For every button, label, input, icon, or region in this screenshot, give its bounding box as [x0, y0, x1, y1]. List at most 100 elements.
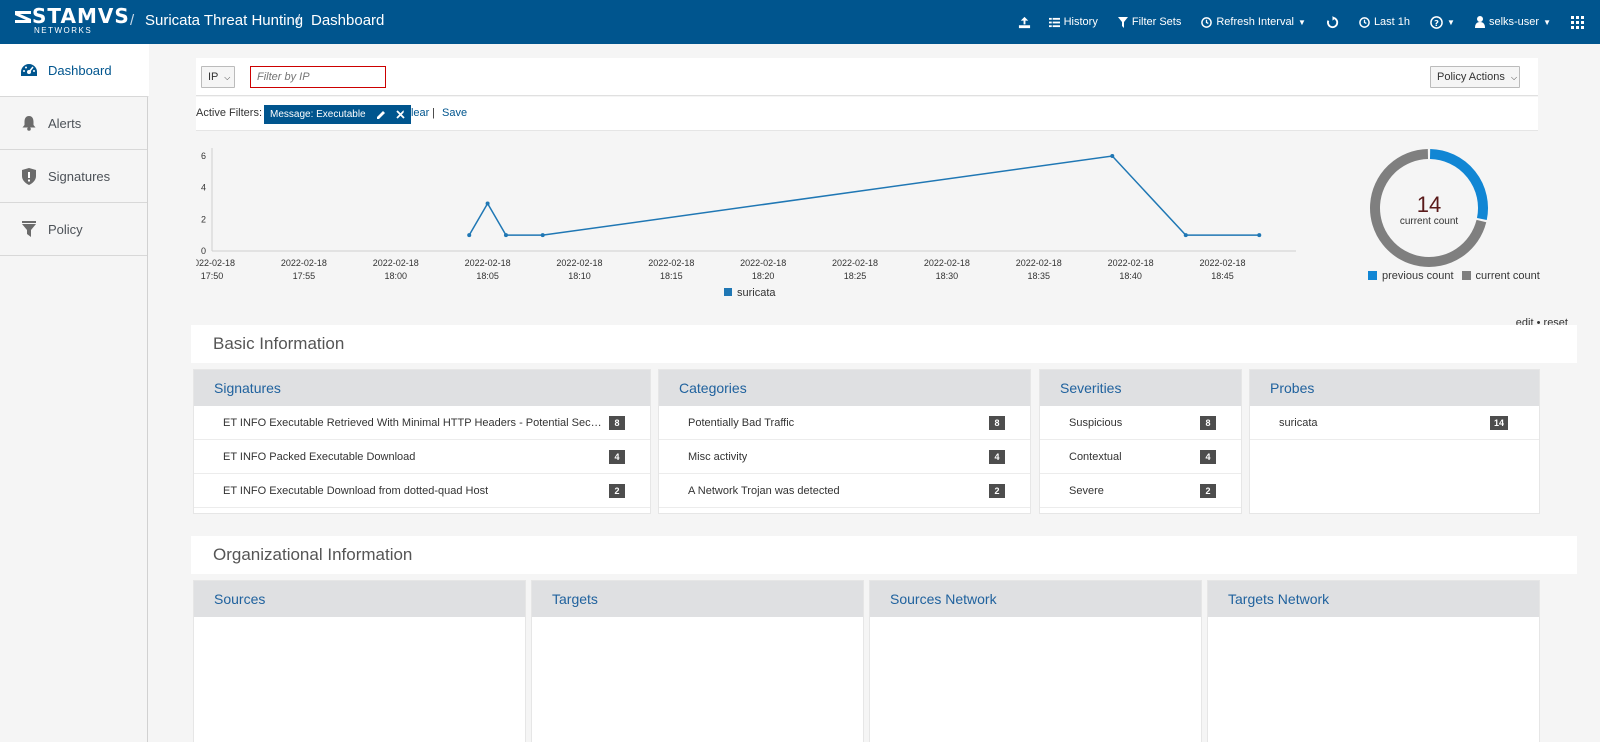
policy-actions-label: Policy Actions	[1437, 71, 1505, 83]
grid-icon	[1571, 15, 1584, 29]
sidebar-item-signatures[interactable]: Signatures	[0, 150, 147, 203]
filter-icon	[20, 220, 38, 238]
sources-network-panel-title[interactable]: Sources Network	[870, 581, 1201, 617]
x-tick-label: 2022-02-18	[373, 258, 419, 268]
table-row[interactable]: ET INFO Packed Executable Download 4	[194, 440, 650, 474]
x-tick-label: 18:10	[568, 271, 591, 281]
signatures-panel-title[interactable]: Signatures	[194, 370, 650, 406]
donut-center-label: current count	[1400, 216, 1459, 227]
legend-item: current count	[1461, 270, 1540, 282]
funnel-icon	[1117, 16, 1128, 28]
count-badge: 14	[1490, 416, 1509, 430]
sidebar-item-label: Policy	[48, 221, 83, 237]
top-navbar: STAMVS NETWORKS / Suricata Threat Huntin…	[0, 0, 1600, 44]
row-label: ET INFO Packed Executable Download	[223, 450, 416, 463]
table-row[interactable]: Potentially Bad Traffic 8	[659, 406, 1030, 440]
row-label: Potentially Bad Traffic	[688, 416, 795, 429]
x-tick-label: 2022-02-18	[1199, 258, 1245, 268]
filter-chip[interactable]: Message: Executable	[264, 105, 411, 124]
active-filters-bar: Active Filters: Message: Executable Clea…	[196, 97, 1538, 131]
row-label: suricata	[1279, 416, 1318, 429]
series-line-suricata	[468, 155, 1260, 236]
count-badge: 8	[1200, 416, 1216, 430]
pencil-icon[interactable]	[376, 110, 386, 120]
severities-panel-title[interactable]: Severities	[1040, 370, 1241, 406]
filter-ip-input[interactable]	[250, 66, 386, 88]
x-tick-label: 2022-02-18	[740, 258, 786, 268]
sources-network-panel: Sources Network	[869, 580, 1202, 742]
sources-panel-title[interactable]: Sources	[194, 581, 525, 617]
active-filters-label: Active Filters:	[196, 107, 263, 119]
help-icon: ?	[1430, 15, 1443, 29]
upload-icon	[1018, 16, 1030, 28]
x-tick-label: 18:20	[752, 271, 775, 281]
x-tick-label: 2022-02-18	[281, 258, 327, 268]
targets-network-panel: Targets Network	[1207, 580, 1540, 742]
filter-sets-label: Filter Sets	[1131, 16, 1182, 28]
x-tick-label: 2022-02-18	[196, 258, 235, 268]
help-dropdown[interactable]: ? ▼	[1430, 15, 1455, 29]
apps-menu-button[interactable]	[1571, 15, 1584, 29]
table-row[interactable]: ET INFO Executable Download from dotted-…	[194, 474, 650, 508]
user-name: selks-user	[1488, 16, 1540, 28]
count-badge: 2	[989, 484, 1005, 498]
refresh-button[interactable]	[1326, 15, 1339, 29]
clear-filters-link[interactable]: Clear	[403, 107, 429, 119]
x-tick-label: 17:50	[201, 271, 224, 281]
legend-swatch	[1461, 271, 1471, 280]
time-range-button[interactable]: Last 1h	[1359, 16, 1410, 28]
targets-network-panel-title[interactable]: Targets Network	[1208, 581, 1539, 617]
data-point	[1257, 233, 1262, 238]
table-row[interactable]: Contextual 4	[1040, 440, 1241, 474]
x-tick-label: 2022-02-18	[832, 258, 878, 268]
targets-panel: Targets	[531, 580, 864, 742]
table-row[interactable]: Misc activity 4	[659, 440, 1030, 474]
targets-panel-title[interactable]: Targets	[532, 581, 863, 617]
legend-label: previous count	[1382, 270, 1454, 282]
export-button[interactable]	[1018, 16, 1031, 29]
filter-type-select[interactable]: IP ⌵	[201, 66, 235, 88]
breadcrumb-dashboard[interactable]: Dashboard	[311, 10, 384, 32]
table-row[interactable]: A Network Trojan was detected 2	[659, 474, 1030, 508]
legend-item: previous count	[1368, 270, 1454, 282]
refresh-interval-dropdown[interactable]: Refresh Interval ▼	[1201, 16, 1306, 28]
stamus-logo[interactable]: STAMVS NETWORKS	[14, 6, 129, 38]
y-tick-label: 0	[201, 246, 206, 256]
user-dropdown[interactable]: selks-user ▼	[1474, 16, 1551, 28]
data-point	[485, 201, 490, 206]
filter-chip-label: Message: Executable	[270, 109, 366, 120]
breadcrumb-app[interactable]: Suricata Threat Hunting	[145, 10, 303, 32]
table-row[interactable]: Suspicious 8	[1040, 406, 1241, 440]
top-nav-actions: History Filter Sets Refresh Interval ▼ L…	[1018, 0, 1600, 44]
sidebar-item-policy[interactable]: Policy	[0, 203, 147, 256]
save-filters-link[interactable]: Save	[442, 107, 467, 119]
alerts-timeline-chart: 0 2 4 6 2022-02-18 17:50 2022-02-18 17:55 2022-0…	[196, 148, 1296, 299]
policy-actions-dropdown[interactable]: Policy Actions ⌵	[1430, 66, 1520, 88]
history-button[interactable]: History	[1048, 16, 1098, 28]
row-label: ET INFO Executable Retrieved With Minima…	[223, 416, 605, 429]
count-badge: 4	[989, 450, 1005, 464]
sidebar-item-label: Dashboard	[48, 62, 112, 78]
refresh-icon	[1326, 15, 1339, 28]
svg-text:?: ?	[1434, 17, 1439, 27]
refresh-interval-label: Refresh Interval	[1216, 16, 1295, 28]
row-label: Misc activity	[688, 450, 748, 463]
x-tick-label: 18:15	[660, 271, 683, 281]
x-tick-label: 2022-02-18	[1016, 258, 1062, 268]
sidebar-item-alerts[interactable]: Alerts	[0, 97, 147, 150]
dashboard-icon	[20, 61, 38, 79]
filter-sets-button[interactable]: Filter Sets	[1117, 16, 1182, 28]
table-row[interactable]: suricata 14	[1250, 406, 1539, 440]
probes-panel-title[interactable]: Probes	[1250, 370, 1539, 406]
table-row[interactable]: ET INFO Executable Retrieved With Minima…	[194, 406, 650, 440]
categories-panel-title[interactable]: Categories	[659, 370, 1030, 406]
data-point	[540, 233, 545, 238]
chevron-down-icon: ▼	[1447, 17, 1455, 27]
bell-icon	[20, 114, 38, 132]
table-row[interactable]: Severe 2	[1040, 474, 1241, 508]
x-tick-label: 18:25	[844, 271, 867, 281]
y-tick-label: 6	[201, 151, 206, 161]
sidebar-item-dashboard[interactable]: Dashboard	[0, 44, 149, 97]
clock-icon	[1201, 16, 1213, 28]
time-range-label: Last 1h	[1373, 16, 1411, 28]
